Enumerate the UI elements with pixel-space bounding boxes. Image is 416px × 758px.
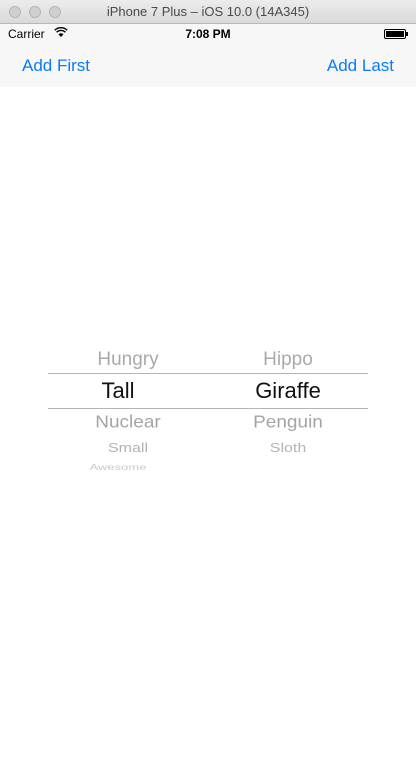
add-first-button[interactable]: Add First <box>22 56 90 76</box>
battery-icon <box>384 29 408 39</box>
status-time: 7:08 PM <box>185 27 231 41</box>
picker-view[interactable]: Hungry Tall Nuclear Small Awesome Hippo … <box>48 340 368 480</box>
picker-row[interactable]: Hippo <box>208 349 368 371</box>
picker-row[interactable]: Hungry <box>48 349 208 371</box>
add-last-button[interactable]: Add Last <box>327 56 394 76</box>
battery-level <box>386 31 404 37</box>
picker-row[interactable]: Nuclear <box>48 413 208 433</box>
picker-row[interactable]: Sloth <box>208 442 368 456</box>
picker-row[interactable]: Penguin <box>208 413 368 433</box>
navigation-bar: Add First Add Last <box>0 44 416 87</box>
window-titlebar: iPhone 7 Plus – iOS 10.0 (14A345) <box>0 0 416 24</box>
picker-row[interactable]: Small <box>48 442 208 456</box>
picker-column-adjective[interactable]: Hungry Tall Nuclear Small Awesome <box>48 340 208 480</box>
status-bar: Carrier 7:08 PM <box>0 24 416 44</box>
picker-column-animal[interactable]: Hippo Giraffe Penguin Sloth <box>208 340 368 480</box>
picker-row[interactable]: Awesome <box>38 463 198 472</box>
picker-row-selected[interactable]: Tall <box>38 378 198 404</box>
window-title: iPhone 7 Plus – iOS 10.0 (14A345) <box>106 4 310 19</box>
picker-row-selected[interactable]: Giraffe <box>208 378 368 404</box>
